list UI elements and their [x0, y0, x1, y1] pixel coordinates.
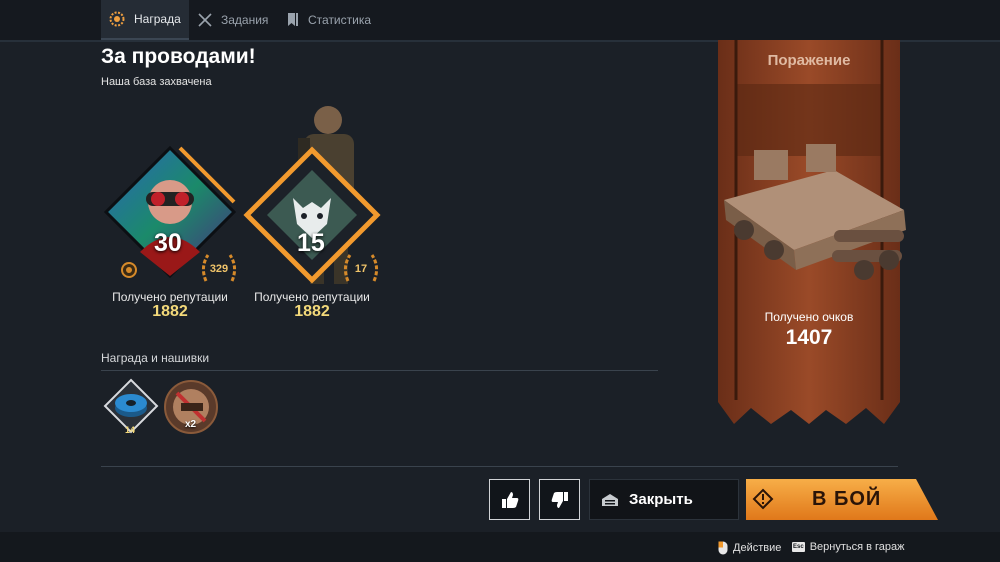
section-divider	[101, 370, 658, 371]
garage-hint-label: Вернуться в гараж	[809, 541, 905, 553]
thumbs-down-icon	[551, 491, 568, 508]
close-button-label: Закрыть	[629, 491, 693, 508]
tab-tasks-label: Задания	[221, 13, 269, 27]
garage-icon	[602, 493, 618, 506]
faction-level: 15	[297, 229, 325, 257]
faction-reputation-label: Получено репутации	[254, 290, 370, 304]
tab-tasks[interactable]: Задания	[198, 0, 268, 40]
faction-laurel-value: 17	[354, 263, 368, 275]
faction-reputation-value: 1882	[294, 303, 330, 320]
rewards-section-label: Награда и нашивки	[101, 351, 210, 365]
action-hint: Действие	[718, 541, 781, 555]
stats-bookmark-icon	[287, 13, 299, 27]
result-title: Поражение	[767, 52, 851, 69]
badge-icon	[121, 262, 137, 278]
reward-item-count: 14	[125, 425, 136, 435]
vehicle-image	[724, 144, 906, 280]
tab-stats[interactable]: Статистика	[287, 0, 371, 40]
thumbs-up-icon	[501, 491, 518, 508]
reward-item-multiplier: x2	[185, 419, 197, 430]
page-subtitle: Наша база захвачена	[101, 76, 212, 88]
action-hint-label: Действие	[733, 542, 782, 554]
mouse-icon	[718, 541, 728, 555]
player-level: 30	[154, 229, 182, 257]
score-value: 1407	[785, 326, 833, 349]
dislike-button[interactable]	[539, 479, 580, 520]
player-laurel-value: 329	[209, 263, 229, 275]
tab-reward[interactable]: Награда	[101, 0, 189, 40]
like-button[interactable]	[489, 479, 530, 520]
fight-button-label: В БОЙ	[812, 488, 882, 510]
page-title: За проводами!	[101, 45, 256, 68]
player-reputation-value: 1882	[152, 303, 188, 320]
reward-icon	[109, 11, 125, 27]
tab-stats-label: Статистика	[308, 13, 372, 27]
esc-key-icon: Esc	[792, 542, 805, 552]
player-reputation-label: Получено репутации	[112, 290, 228, 304]
crossed-swords-icon	[198, 13, 212, 27]
bottom-divider	[101, 466, 898, 467]
top-tab-bar: Награда Задания Статистика	[0, 0, 1000, 42]
score-label: Получено очков	[764, 310, 854, 324]
tab-reward-label: Награда	[134, 12, 181, 26]
garage-hint[interactable]: Esc Вернуться в гараж	[792, 541, 905, 553]
close-button[interactable]: Закрыть	[589, 479, 739, 520]
